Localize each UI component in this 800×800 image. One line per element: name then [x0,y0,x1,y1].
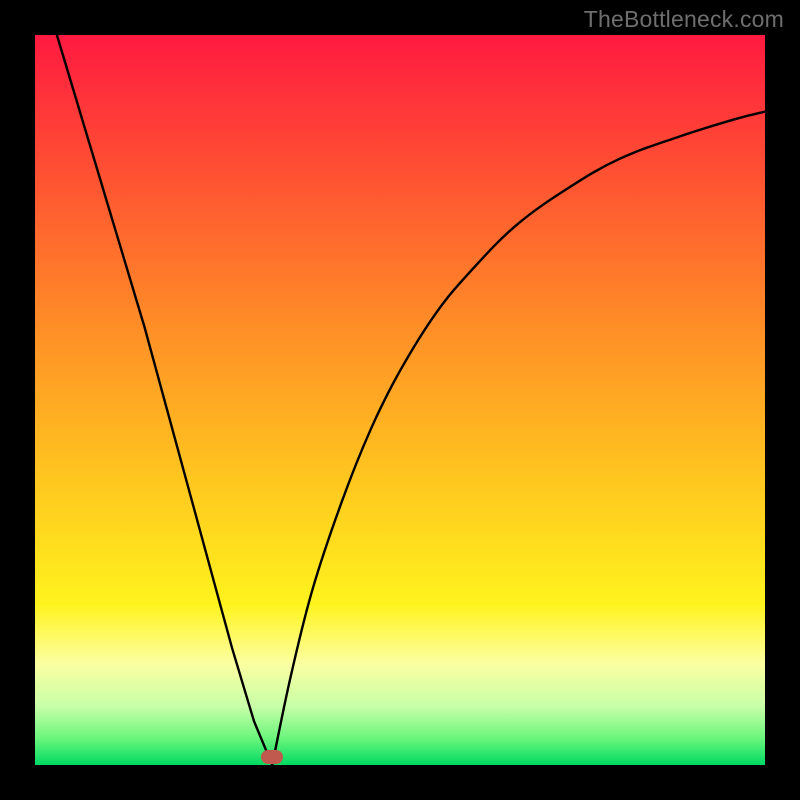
curve-left-branch [57,35,272,765]
chart-frame: TheBottleneck.com [0,0,800,800]
plot-area [35,35,765,765]
minimum-marker [261,750,283,764]
watermark-text: TheBottleneck.com [584,6,784,33]
curve-layer [35,35,765,765]
curve-right-branch [272,112,765,765]
